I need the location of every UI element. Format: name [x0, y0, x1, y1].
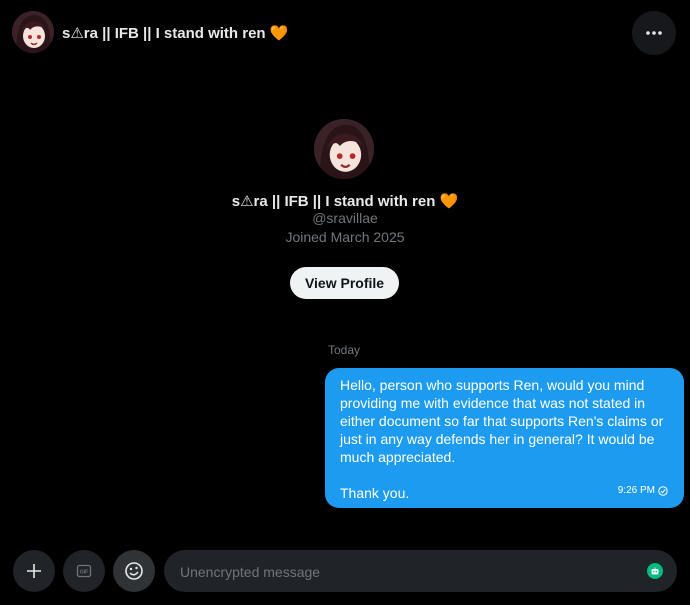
svg-text:GIF: GIF — [80, 570, 88, 576]
more-horizontal-icon — [646, 31, 662, 35]
message-timestamp: 9:26 PM — [618, 482, 668, 500]
profile-name: s⚠ra || IFB || I stand with ren 🧡 — [231, 193, 459, 210]
sent-check-icon — [658, 486, 668, 496]
message-text: Hello, person who supports Ren, would yo… — [340, 377, 664, 465]
emoji-button[interactable] — [113, 550, 155, 592]
gif-button[interactable]: GIF — [63, 550, 105, 592]
plus-icon — [27, 564, 41, 578]
header-avatar[interactable] — [12, 11, 54, 53]
profile-avatar[interactable] — [314, 119, 374, 179]
view-profile-button[interactable]: View Profile — [290, 267, 399, 299]
more-options-button[interactable] — [632, 11, 676, 55]
add-media-button[interactable] — [13, 550, 55, 592]
robot-face-icon — [651, 567, 659, 575]
message-time: 9:26 PM — [617, 485, 655, 496]
message-bubble[interactable]: Hello, person who supports Ren, would yo… — [325, 368, 684, 508]
message-composer[interactable] — [164, 550, 677, 594]
header-title[interactable]: s⚠ra || IFB || I stand with ren 🧡 — [62, 24, 288, 42]
day-separator: Today — [328, 343, 361, 357]
message-input[interactable] — [178, 550, 642, 594]
profile-handle: @sravillae — [312, 210, 378, 226]
bot-icon[interactable] — [647, 563, 663, 579]
gif-icon: GIF — [76, 564, 92, 578]
emoji-icon — [125, 562, 143, 580]
profile-joined-date: Joined March 2025 — [285, 229, 405, 245]
